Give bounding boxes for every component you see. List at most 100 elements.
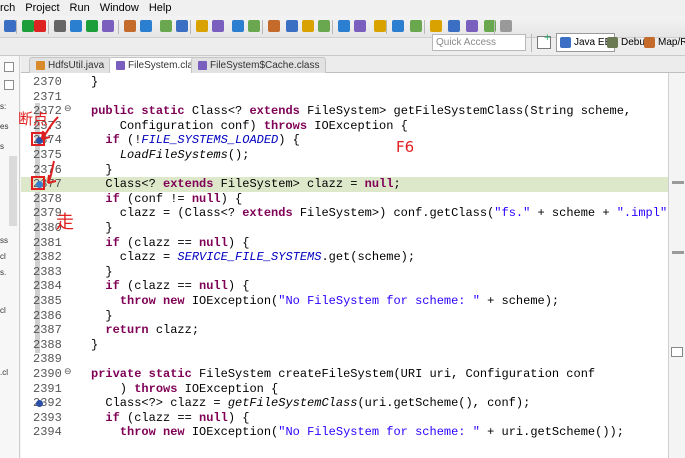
toolbar-separator — [16, 20, 17, 34]
toolbar-icon[interactable] — [338, 20, 350, 32]
ruler-mark[interactable] — [672, 251, 684, 254]
menu-item[interactable]: rch — [0, 2, 20, 14]
toolbar-icon[interactable] — [318, 20, 330, 32]
toolbar-icon[interactable] — [22, 20, 34, 32]
toolbar-icon[interactable] — [268, 20, 280, 32]
code-line[interactable]: 2375 LoadFileSystems(); — [21, 148, 668, 163]
toolbar-icon[interactable] — [160, 20, 172, 32]
code-line[interactable]: 2377 Class<? extends FileSystem> clazz =… — [21, 177, 668, 192]
code-line[interactable]: 2380 } — [21, 221, 668, 236]
explorer-fragment[interactable]: s — [0, 142, 4, 151]
code-text: } — [91, 221, 113, 235]
minimize-icon[interactable] — [4, 80, 14, 90]
code-line[interactable]: 2394 throw new IOException("No FileSyste… — [21, 425, 668, 440]
toolbar-separator — [531, 34, 532, 52]
code-text: } — [91, 308, 113, 323]
file-type-icon — [36, 61, 45, 70]
code-line[interactable]: 2384 if (clazz == null) { — [21, 279, 668, 294]
menu-item[interactable]: Project — [20, 2, 64, 14]
explorer-fragment[interactable]: cl — [0, 306, 6, 315]
code-line[interactable]: 2371 — [21, 90, 668, 105]
perspective-icon — [607, 37, 618, 48]
editor-tab-bar: HdfsUtil.java FileSystem.class FileSystem$… — [21, 56, 685, 73]
ruler-scroll-thumb[interactable] — [671, 347, 683, 357]
code-text: Class<? extends FileSystem> clazz = null… — [91, 177, 401, 192]
quick-access-input[interactable]: Quick Access — [432, 34, 526, 51]
toolbar-icon[interactable] — [70, 20, 82, 32]
toolbar-icon[interactable] — [448, 20, 460, 32]
toolbar-icon[interactable] — [176, 20, 188, 32]
perspective-icon — [560, 37, 571, 48]
fold-collapse-icon[interactable]: ⊖ — [64, 367, 72, 377]
minimize-icon[interactable] — [4, 62, 14, 72]
code-line[interactable]: 2379 clazz = (Class<? extends FileSystem… — [21, 206, 668, 221]
toolbar-separator — [424, 20, 425, 34]
toolbar-icon[interactable] — [410, 20, 422, 32]
code-line[interactable]: 2381 if (clazz == null) { — [21, 236, 668, 251]
explorer-fragment[interactable]: s: — [0, 102, 6, 111]
explorer-fragment[interactable]: cl — [0, 252, 6, 261]
code-line[interactable]: 2382 clazz = SERVICE_FILE_SYSTEMS.get(sc… — [21, 250, 668, 265]
code-line[interactable]: 2372 public static Class<? extends FileSy… — [21, 104, 668, 119]
toolbar-icon[interactable] — [140, 20, 152, 32]
toolbar-icon[interactable] — [34, 20, 46, 32]
explorer-fragment[interactable]: es — [0, 122, 8, 131]
menu-item[interactable]: Help — [144, 2, 177, 14]
menu-item[interactable]: Run — [65, 2, 95, 14]
code-line[interactable]: 2373 Configuration conf) throws IOExcept… — [21, 119, 668, 134]
code-text: if (clazz == null) { — [105, 279, 250, 294]
fold-collapse-icon[interactable]: ⊖ — [64, 104, 72, 114]
toolbar-icon[interactable] — [500, 20, 512, 32]
menu-item[interactable]: Window — [95, 2, 144, 14]
toolbar-icon[interactable] — [232, 20, 244, 32]
code-line[interactable]: 2388} — [21, 338, 668, 353]
code-line[interactable]: 2387 return clazz; — [21, 323, 668, 338]
line-number: 2371 — [33, 89, 62, 104]
code-text: if (clazz == null) { — [105, 410, 250, 425]
toolbar-icon[interactable] — [212, 20, 224, 32]
left-scrollbar[interactable] — [9, 156, 17, 226]
toolbar-icon[interactable] — [248, 20, 260, 32]
editor-tab[interactable]: FileSystem$Cache.class — [191, 57, 327, 73]
code-line[interactable]: 2391 ) throws IOException { — [21, 382, 668, 397]
code-line[interactable]: 2385 throw new IOException("No FileSyste… — [21, 294, 668, 309]
explorer-fragment[interactable]: ss — [0, 236, 8, 245]
toolbar-separator — [332, 20, 333, 34]
toolbar-icon[interactable] — [302, 20, 314, 32]
open-perspective-icon[interactable] — [537, 33, 551, 49]
toolbar-icon[interactable] — [466, 20, 478, 32]
line-number: 2385 — [33, 294, 62, 308]
code-line[interactable]: 2393 if (clazz == null) { — [21, 411, 668, 426]
toolbar-icon[interactable] — [54, 20, 66, 32]
toolbar-icon[interactable] — [354, 20, 366, 32]
toolbar-icon[interactable] — [374, 20, 386, 32]
code-line[interactable]: 2376 } — [21, 163, 668, 178]
red-arrow-annotation — [41, 116, 59, 184]
editor-tab[interactable]: HdfsUtil.java — [29, 57, 112, 73]
perspective-map-re-button[interactable]: Map/Re — [641, 33, 685, 52]
code-line[interactable]: 2390 private static FileSystem createFile… — [21, 367, 668, 382]
toolbar-icon[interactable] — [286, 20, 298, 32]
toolbar-icon[interactable] — [4, 20, 16, 32]
code-line[interactable]: 2386 } — [21, 309, 668, 324]
code-line[interactable]: 2383 } — [21, 265, 668, 280]
toolbar-icon[interactable] — [430, 20, 442, 32]
code-line[interactable]: 2378 if (conf != null) { — [21, 192, 668, 207]
toolbar-icon[interactable] — [124, 20, 136, 32]
overview-ruler[interactable] — [668, 73, 685, 458]
toolbar-icon[interactable] — [86, 20, 98, 32]
code-line[interactable]: 2374 if (!FILE_SYSTEMS_LOADED) { — [21, 133, 668, 148]
code-text: return clazz; — [105, 323, 200, 338]
ruler-mark[interactable] — [672, 181, 684, 184]
explorer-fragment[interactable]: .cl — [0, 368, 8, 377]
explorer-fragment[interactable]: s. — [0, 268, 6, 277]
code-line[interactable]: 2392 Class<?> clazz = getFileSystemClass… — [21, 396, 668, 411]
code-editor[interactable]: 2370} 2371 2372 public static Class<? exten… — [21, 73, 668, 458]
toolbar-icon[interactable] — [102, 20, 114, 32]
toolbar-icon[interactable] — [392, 20, 404, 32]
code-text: if (!FILE_SYSTEMS_LOADED) { — [105, 133, 300, 148]
toolbar-separator — [262, 20, 263, 34]
code-line[interactable]: 2389 — [21, 352, 668, 367]
code-line[interactable]: 2370} — [21, 75, 668, 90]
toolbar-icon[interactable] — [196, 20, 208, 32]
